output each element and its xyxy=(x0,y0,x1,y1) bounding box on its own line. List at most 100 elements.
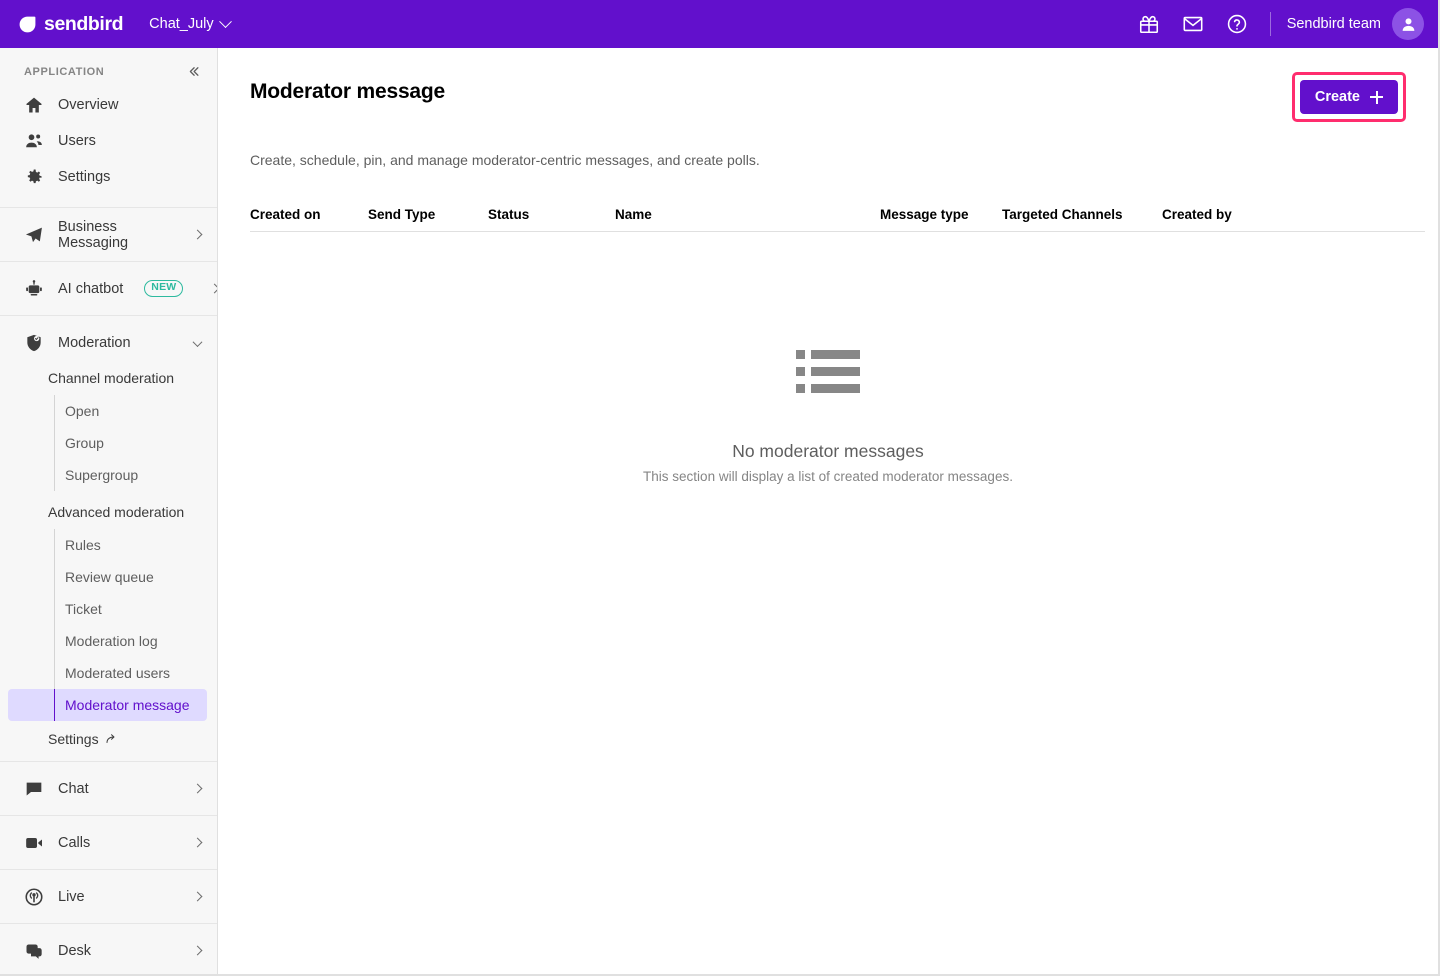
sidebar-sublist: Moderation log xyxy=(54,625,217,657)
sidebar-subitem-wrap: Ticket xyxy=(0,593,217,625)
sidebar-sublist: Moderated users xyxy=(54,657,217,689)
sidebar-group-label: Advanced moderation xyxy=(48,504,185,520)
sidebar-item-label: Review queue xyxy=(65,569,154,585)
sidebar-item-label: Rules xyxy=(65,537,101,553)
sidebar-item-chat[interactable]: Chat xyxy=(0,762,217,815)
column-header-name[interactable]: Name xyxy=(615,207,880,222)
sidebar-item-moderation[interactable]: Moderation xyxy=(0,325,217,361)
sidebar-sublist: Open xyxy=(54,395,217,427)
column-header-created-by[interactable]: Created by xyxy=(1162,207,1232,222)
column-header-message-type[interactable]: Message type xyxy=(880,207,1002,222)
create-button-label: Create xyxy=(1314,89,1360,105)
main-content: Moderator message Create Create, schedul… xyxy=(218,48,1438,974)
sidebar-item-review-queue[interactable]: Review queue xyxy=(55,561,217,593)
video-camera-icon xyxy=(24,833,44,853)
app-window: sendbird Chat_July Sendbird team APPLICA… xyxy=(0,0,1440,976)
send-icon xyxy=(24,225,44,245)
brand-name: sendbird xyxy=(44,12,124,35)
divider xyxy=(1269,12,1271,36)
sidebar-item-label: Settings xyxy=(48,731,99,747)
sidebar-item-supergroup[interactable]: Supergroup xyxy=(55,459,217,491)
sidebar-item-moderation-log[interactable]: Moderation log xyxy=(55,625,217,657)
sidebar-subitem-wrap: Group xyxy=(0,427,217,459)
sidebar-group-advanced-moderation[interactable]: Advanced moderation xyxy=(0,495,217,529)
column-header-created-on[interactable]: Created on xyxy=(250,207,368,222)
external-link-arrow-icon xyxy=(105,733,117,745)
home-icon xyxy=(24,95,44,115)
sidebar-section-title: APPLICATION xyxy=(24,65,105,78)
empty-state-subtitle: This section will display a list of crea… xyxy=(643,469,1013,484)
sidebar-item-calls[interactable]: Calls xyxy=(0,816,217,869)
sidebar-section-chat: Chat xyxy=(0,762,217,816)
column-header-status[interactable]: Status xyxy=(488,207,615,222)
sidebar-item-label: AI chatbot xyxy=(58,280,124,297)
sidebar-item-label: Moderation xyxy=(58,335,131,351)
sidebar-item-ai-chatbot[interactable]: AI chatbot NEW xyxy=(0,262,217,315)
chevron-right-icon xyxy=(192,837,203,848)
table-header-row: Created on Send Type Status Name Message… xyxy=(250,207,1425,232)
sidebar-subitem-wrap: Rules xyxy=(0,529,217,561)
avatar[interactable] xyxy=(1392,8,1424,40)
sidebar-item-rules[interactable]: Rules xyxy=(55,529,217,561)
column-header-targeted-channels[interactable]: Targeted Channels xyxy=(1002,207,1162,222)
plus-icon xyxy=(1370,90,1383,104)
app-name: Chat_July xyxy=(149,16,214,32)
sidebar-item-moderator-message[interactable]: Moderator message xyxy=(55,689,207,721)
sidebar-section-business-messaging: Business Messaging xyxy=(0,208,217,262)
sidebar-item-group[interactable]: Group xyxy=(55,427,217,459)
sidebar-item-moderated-users[interactable]: Moderated users xyxy=(55,657,217,689)
sidebar-subitem-wrap: Moderation log xyxy=(0,625,217,657)
page-description: Create, schedule, pin, and manage modera… xyxy=(250,152,760,168)
sidebar-subitem-wrap: Open xyxy=(0,395,217,427)
mail-icon[interactable] xyxy=(1182,13,1204,35)
sidebar-item-label: Settings xyxy=(58,169,111,185)
sendbird-logo[interactable]: sendbird xyxy=(18,12,124,36)
sidebar-section-application: APPLICATION Overview Users Settings xyxy=(0,48,217,208)
chevron-right-icon xyxy=(192,783,203,794)
sidebar-sublist: Review queue xyxy=(54,561,217,593)
chevron-double-left-icon[interactable] xyxy=(186,64,201,79)
column-header-send-type[interactable]: Send Type xyxy=(368,207,488,222)
sidebar-item-label: Users xyxy=(58,133,96,149)
sidebar-sublist: Ticket xyxy=(54,593,217,625)
app-switcher[interactable]: Chat_July xyxy=(149,14,232,32)
chevron-right-icon xyxy=(209,283,217,294)
account-menu[interactable]: Sendbird team xyxy=(1287,8,1424,40)
sidebar-item-label: Supergroup xyxy=(65,467,139,483)
sendbird-logo-icon xyxy=(18,15,37,34)
gift-icon[interactable] xyxy=(1138,13,1160,35)
sidebar-item-settings[interactable]: Settings xyxy=(0,159,217,195)
create-button[interactable]: Create xyxy=(1299,80,1398,114)
page-header: Moderator message Create xyxy=(250,72,1406,122)
sidebar-subitem-wrap: Review queue xyxy=(0,561,217,593)
sidebar-item-desk[interactable]: Desk xyxy=(0,924,217,974)
sidebar-item-moderation-settings[interactable]: Settings xyxy=(0,721,217,761)
sidebar-item-live[interactable]: Live xyxy=(0,870,217,923)
sidebar-item-overview[interactable]: Overview xyxy=(0,87,217,123)
sidebar-section-calls: Calls xyxy=(0,816,217,870)
sidebar-item-ticket[interactable]: Ticket xyxy=(55,593,217,625)
help-circle-icon[interactable] xyxy=(1226,13,1248,35)
sidebar-item-users[interactable]: Users xyxy=(0,123,217,159)
sidebar-item-label: Live xyxy=(58,888,85,905)
sidebar-item-label: Overview xyxy=(58,97,119,113)
sidebar-group-label: Channel moderation xyxy=(48,370,175,386)
sidebar-section-desk: Desk xyxy=(0,924,217,974)
broadcast-icon xyxy=(24,887,44,907)
app-body: APPLICATION Overview Users Settings Busi… xyxy=(0,48,1438,974)
sidebar-subitem-wrap-active: Moderator message xyxy=(8,689,207,721)
sidebar-section-moderation: Moderation Channel moderation Open Group… xyxy=(0,316,217,762)
sidebar-item-label: Calls xyxy=(58,834,91,851)
desk-bubbles-icon xyxy=(24,941,44,961)
sidebar-sublist: Supergroup xyxy=(54,459,217,491)
team-name: Sendbird team xyxy=(1286,16,1381,32)
sidebar-item-business-messaging[interactable]: Business Messaging xyxy=(0,208,217,261)
sidebar-item-label: Moderator message xyxy=(65,697,190,713)
sidebar-group-channel-moderation[interactable]: Channel moderation xyxy=(0,361,217,395)
sidebar-section-live: Live xyxy=(0,870,217,924)
sidebar-section-header: APPLICATION xyxy=(0,48,217,87)
sidebar-item-open[interactable]: Open xyxy=(55,395,217,427)
sidebar-item-label: Ticket xyxy=(65,601,102,617)
sidebar-item-label: Group xyxy=(65,435,104,451)
status-badge: NEW xyxy=(144,280,184,297)
